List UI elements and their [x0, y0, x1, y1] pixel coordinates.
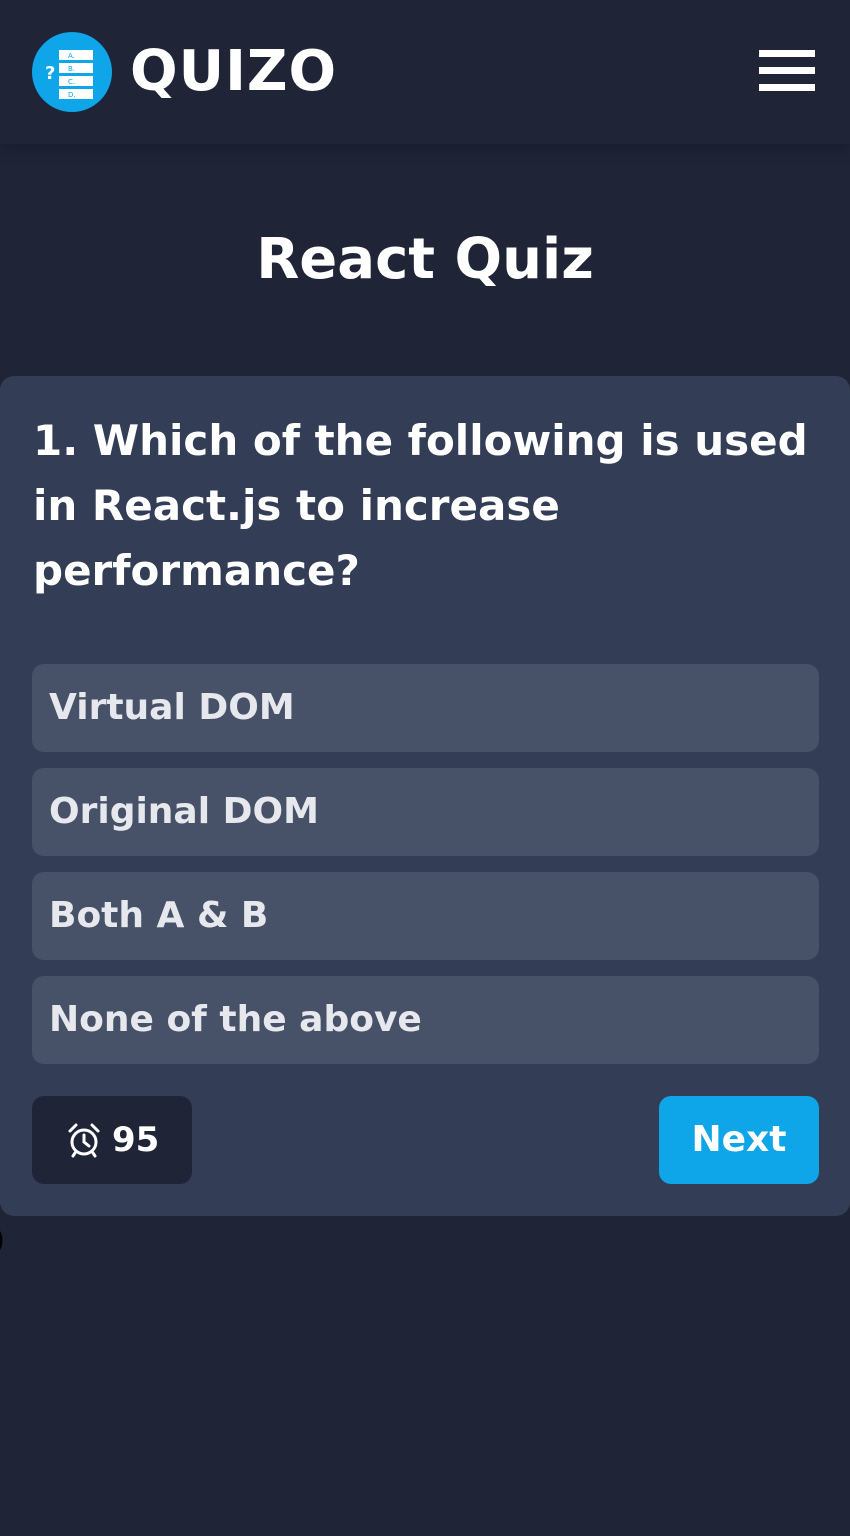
stray-character: )	[0, 1222, 5, 1258]
menu-bar	[759, 67, 815, 74]
timer-badge: 95	[32, 1096, 192, 1184]
brand-name[interactable]: QUIZO	[130, 38, 337, 106]
option-virtual-dom[interactable]: Virtual DOM	[32, 664, 819, 752]
alarm-clock-icon	[68, 1123, 100, 1158]
logo-mark-question: ?	[45, 63, 55, 84]
logo-mark-c: C.	[68, 78, 75, 86]
menu-bar	[759, 84, 815, 91]
question-text: 1. Which of the following is used in Rea…	[33, 416, 808, 595]
menu-bar	[759, 50, 815, 57]
timer-value: 95	[112, 1120, 160, 1160]
hamburger-menu-icon[interactable]	[752, 46, 822, 98]
logo-mark-b: B.	[68, 65, 75, 73]
app-header: A. B. C. D. ? QUIZO	[0, 0, 850, 144]
next-button[interactable]: Next	[659, 1096, 819, 1184]
option-none[interactable]: None of the above	[32, 976, 819, 1064]
option-original-dom[interactable]: Original DOM	[32, 768, 819, 856]
page-title: React Quiz	[256, 227, 594, 292]
option-both[interactable]: Both A & B	[32, 872, 819, 960]
logo-mark-d: D.	[68, 91, 76, 99]
quiz-list-icon[interactable]: A. B. C. D. ?	[32, 32, 112, 112]
logo-mark-a: A.	[68, 52, 75, 60]
